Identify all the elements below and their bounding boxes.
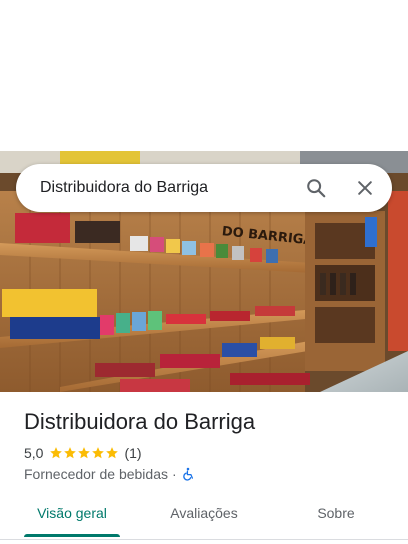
tab-about[interactable]: Sobre bbox=[296, 498, 376, 538]
active-tab-indicator bbox=[24, 534, 120, 537]
tab-divider bbox=[0, 539, 408, 540]
rating-value: 5,0 bbox=[24, 445, 44, 461]
star-icon bbox=[92, 447, 105, 459]
place-title: Distribuidora do Barriga bbox=[24, 409, 256, 434]
star-rating bbox=[49, 446, 119, 460]
wheelchair-icon bbox=[182, 467, 193, 481]
clear-search-button[interactable] bbox=[351, 174, 379, 202]
place-category: Fornecedor de bebidas bbox=[24, 466, 168, 482]
place-screen: DO BARRIGA Distribuidora do Barriga Dist… bbox=[0, 0, 408, 544]
tab-bar: Visão geral Avaliações Sobre bbox=[0, 498, 408, 538]
search-button[interactable] bbox=[302, 174, 330, 202]
rating-row[interactable]: 5,0 (1) bbox=[24, 444, 142, 462]
separator-dot: · bbox=[172, 466, 177, 482]
search-icon bbox=[307, 179, 326, 198]
search-query-text[interactable]: Distribuidora do Barriga bbox=[40, 164, 208, 212]
search-bar[interactable]: Distribuidora do Barriga bbox=[16, 164, 392, 212]
star-icon bbox=[64, 447, 77, 459]
close-icon bbox=[358, 181, 372, 195]
star-icon bbox=[106, 447, 119, 459]
tab-overview[interactable]: Visão geral bbox=[24, 498, 120, 538]
tab-reviews[interactable]: Avaliações bbox=[152, 498, 256, 538]
category-row: Fornecedor de bebidas · bbox=[24, 465, 195, 483]
star-icon bbox=[50, 447, 63, 459]
star-icon bbox=[78, 447, 91, 459]
review-count: (1) bbox=[124, 445, 142, 461]
